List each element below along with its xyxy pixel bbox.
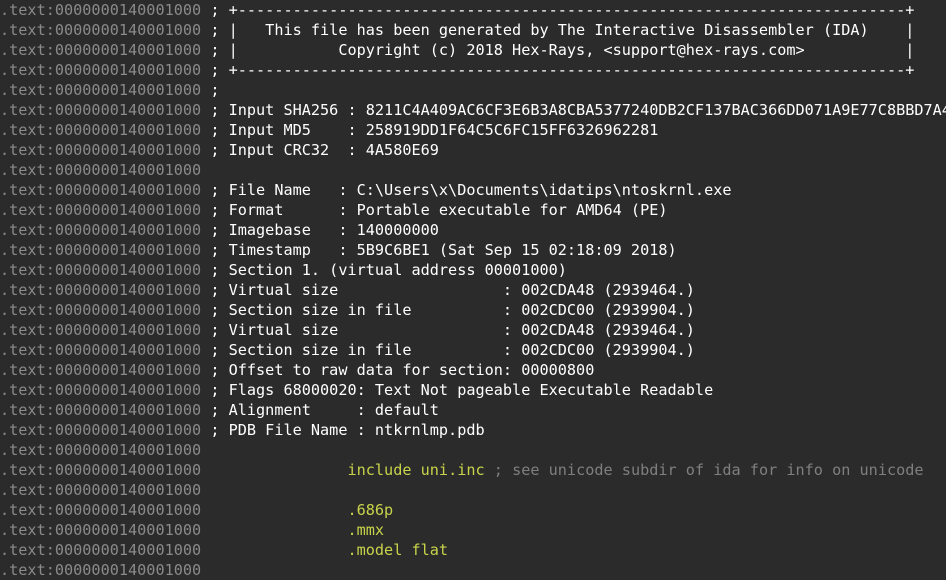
listing-line[interactable]: .text:0000000140001000 ;: [0, 80, 946, 100]
line-address[interactable]: .text:0000000140001000: [0, 101, 201, 119]
header-comment: ; Timestamp : 5B9C6BE1 (Sat Sep 15 02:18…: [201, 241, 677, 259]
line-address[interactable]: .text:0000000140001000: [0, 181, 201, 199]
header-comment: ; File Name : C:\Users\x\Documents\idati…: [201, 181, 732, 199]
listing-line[interactable]: .text:0000000140001000 ; Input MD5 : 258…: [0, 120, 946, 140]
listing-line[interactable]: .text:0000000140001000: [0, 560, 946, 580]
header-comment: ; Section size in file : 002CDC00 (29399…: [201, 341, 695, 359]
listing-line[interactable]: .text:0000000140001000 ; | Copyright (c)…: [0, 40, 946, 60]
line-address[interactable]: .text:0000000140001000: [0, 121, 201, 139]
line-address[interactable]: .text:0000000140001000: [0, 421, 201, 439]
header-comment: ; Flags 68000020: Text Not pageable Exec…: [201, 381, 714, 399]
line-address[interactable]: .text:0000000140001000: [0, 81, 201, 99]
line-address[interactable]: .text:0000000140001000: [0, 381, 201, 399]
header-comment: ; +-------------------------------------…: [201, 61, 915, 79]
line-address[interactable]: .text:0000000140001000: [0, 241, 201, 259]
line-address[interactable]: .text:0000000140001000: [0, 201, 201, 219]
line-address[interactable]: .text:0000000140001000: [0, 221, 201, 239]
assembler-directive[interactable]: .686p: [347, 501, 393, 519]
assembler-directive[interactable]: include uni.inc: [347, 461, 484, 479]
listing-line[interactable]: .text:0000000140001000 ; Section size in…: [0, 300, 946, 320]
listing-line[interactable]: .text:0000000140001000: [0, 440, 946, 460]
listing-line[interactable]: .text:0000000140001000 ; Input CRC32 : 4…: [0, 140, 946, 160]
listing-line[interactable]: .text:0000000140001000 ; +--------------…: [0, 0, 946, 20]
header-comment: ; Imagebase : 140000000: [201, 221, 439, 239]
line-address[interactable]: .text:0000000140001000: [0, 161, 201, 179]
line-address[interactable]: .text:0000000140001000: [0, 401, 201, 419]
line-address[interactable]: .text:0000000140001000: [0, 341, 201, 359]
listing-line[interactable]: .text:0000000140001000: [0, 160, 946, 180]
line-address[interactable]: .text:0000000140001000: [0, 21, 201, 39]
listing-line[interactable]: .text:0000000140001000 .model flat: [0, 540, 946, 560]
line-address[interactable]: .text:0000000140001000: [0, 141, 201, 159]
line-address[interactable]: .text:0000000140001000: [0, 41, 201, 59]
listing-line[interactable]: .text:0000000140001000 ; Section size in…: [0, 340, 946, 360]
line-address[interactable]: .text:0000000140001000: [0, 501, 201, 519]
listing-line[interactable]: .text:0000000140001000 ; Format : Portab…: [0, 200, 946, 220]
header-comment: ; Virtual size : 002CDA48 (2939464.): [201, 281, 695, 299]
header-comment: ; Section 1. (virtual address 00001000): [201, 261, 567, 279]
line-address[interactable]: .text:0000000140001000: [0, 441, 201, 459]
listing-line[interactable]: .text:0000000140001000 ; Section 1. (vir…: [0, 260, 946, 280]
line-address[interactable]: .text:0000000140001000: [0, 321, 201, 339]
header-comment: ; Input CRC32 : 4A580E69: [201, 141, 439, 159]
line-address[interactable]: .text:0000000140001000: [0, 261, 201, 279]
listing-line[interactable]: .text:0000000140001000 ; Alignment : def…: [0, 400, 946, 420]
header-comment: ; Input MD5 : 258919DD1F64C5C6FC15FF6326…: [201, 121, 659, 139]
header-comment: ; Offset to raw data for section: 000008…: [201, 361, 595, 379]
listing-line[interactable]: .text:0000000140001000 ; | This file has…: [0, 20, 946, 40]
line-address[interactable]: .text:0000000140001000: [0, 541, 201, 559]
header-comment: ; PDB File Name : ntkrnlmp.pdb: [201, 421, 485, 439]
assembler-directive[interactable]: .model flat: [347, 541, 448, 559]
line-address[interactable]: .text:0000000140001000: [0, 1, 201, 19]
listing-line[interactable]: .text:0000000140001000 ; Virtual size : …: [0, 280, 946, 300]
header-comment: ;: [201, 81, 220, 99]
line-address[interactable]: .text:0000000140001000: [0, 361, 201, 379]
listing-line[interactable]: .text:0000000140001000 include uni.inc ;…: [0, 460, 946, 480]
header-comment: ; Input SHA256 : 8211C4A409AC6CF3E6B3A8C…: [201, 101, 946, 119]
listing-line[interactable]: .text:0000000140001000 ; PDB File Name :…: [0, 420, 946, 440]
assembler-directive[interactable]: .mmx: [347, 521, 384, 539]
header-comment: ; | Copyright (c) 2018 Hex-Rays, <suppor…: [201, 41, 915, 59]
listing-line[interactable]: .text:0000000140001000 ; Imagebase : 140…: [0, 220, 946, 240]
header-comment: ; Alignment : default: [201, 401, 439, 419]
line-address[interactable]: .text:0000000140001000: [0, 461, 201, 479]
line-address[interactable]: .text:0000000140001000: [0, 281, 201, 299]
header-comment: ; Section size in file : 002CDC00 (29399…: [201, 301, 695, 319]
listing-line[interactable]: .text:0000000140001000 ; Input SHA256 : …: [0, 100, 946, 120]
listing-line[interactable]: .text:0000000140001000 .mmx: [0, 520, 946, 540]
header-comment: ; +-------------------------------------…: [201, 1, 915, 19]
line-address[interactable]: .text:0000000140001000: [0, 481, 201, 499]
header-comment: ; Virtual size : 002CDA48 (2939464.): [201, 321, 695, 339]
line-address[interactable]: .text:0000000140001000: [0, 521, 201, 539]
listing-line[interactable]: .text:0000000140001000 ; Offset to raw d…: [0, 360, 946, 380]
header-comment: ; | This file has been generated by The …: [201, 21, 915, 39]
disassembly-listing[interactable]: .text:0000000140001000 ; +--------------…: [0, 0, 946, 580]
line-address[interactable]: .text:0000000140001000: [0, 561, 201, 579]
listing-line[interactable]: .text:0000000140001000 ; Timestamp : 5B9…: [0, 240, 946, 260]
listing-line[interactable]: .text:0000000140001000: [0, 480, 946, 500]
line-address[interactable]: .text:0000000140001000: [0, 301, 201, 319]
listing-line[interactable]: .text:0000000140001000 ; Flags 68000020:…: [0, 380, 946, 400]
listing-line[interactable]: .text:0000000140001000 ; +--------------…: [0, 60, 946, 80]
line-address[interactable]: .text:0000000140001000: [0, 61, 201, 79]
header-comment: ; Format : Portable executable for AMD64…: [201, 201, 668, 219]
line-comment: ; see unicode subdir of ida for info on …: [484, 461, 924, 479]
listing-line[interactable]: .text:0000000140001000 ; Virtual size : …: [0, 320, 946, 340]
listing-line[interactable]: .text:0000000140001000 ; File Name : C:\…: [0, 180, 946, 200]
listing-line[interactable]: .text:0000000140001000 .686p: [0, 500, 946, 520]
